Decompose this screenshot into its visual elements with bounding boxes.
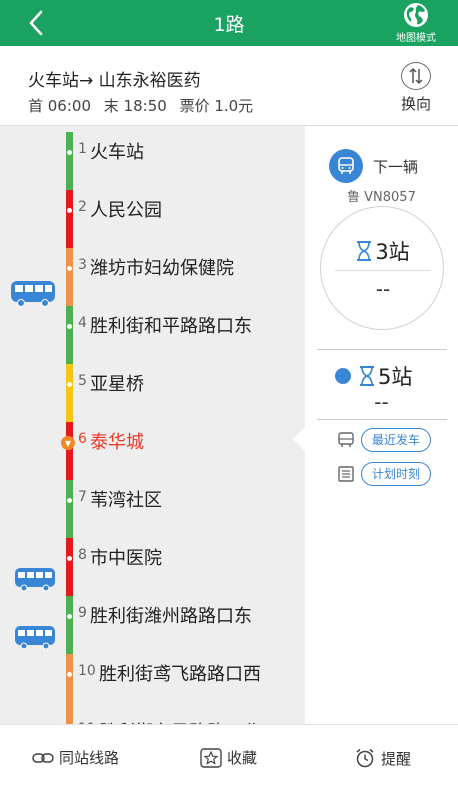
alarm-clock-icon [356,748,374,768]
header-bar: 1路 地图模式 [0,0,458,46]
stop-dot [67,266,72,271]
stop-name: 潍坊市妇幼保健院 [90,258,234,279]
schedule-button[interactable]: 计划时刻 [361,462,432,486]
divider [317,349,447,350]
first-bus-time: 首 06:00 [28,97,91,115]
star-icon [200,747,222,768]
stop-dot [67,208,72,213]
route-info: 火车站→ 山东永裕医药 首 06:00 末 18:50 票价 1.0元 换向 [0,46,458,126]
reverse-label: 换向 [400,95,431,113]
favorite-button[interactable]: 收藏 [200,747,257,768]
next-bus-header: 下一辆 [329,149,418,183]
stop-number: 3 [78,257,87,273]
stop-dot [67,614,72,619]
stop-number: 10 [78,663,96,679]
stop-number: 7 [78,489,87,505]
stop-number: 1 [78,141,87,157]
stop-item[interactable]: 1 火车站 [0,126,305,182]
eta-stops-remaining: 3站 [321,236,445,266]
stop-item[interactable]: 11胜利街东风路路口北 [0,704,305,724]
stop-item[interactable]: 5 亚星桥 [0,356,305,414]
divider [317,419,447,420]
route-schedule: 首 06:00 末 18:50 票价 1.0元 [28,95,261,116]
next-bus-label: 下一辆 [373,157,419,176]
schedule-row: 计划时刻 [337,462,432,486]
status-dot [335,368,351,384]
stop-name: 人民公园 [90,200,162,221]
stop-number: 8 [78,547,87,563]
bus-icon[interactable] [10,280,56,308]
stop-name: 苇湾社区 [90,490,162,511]
stop-number: 4 [78,315,87,331]
stop-item[interactable]: 2 人民公园 [0,182,305,240]
eta-circle: 3站 -- [320,206,444,330]
recent-departure-row: 最近发车 [337,428,432,452]
favorite-label: 收藏 [227,749,258,767]
second-bus-eta: 5站 [335,361,412,391]
bus-outline-icon [338,432,354,447]
stop-name: 泰华城 [90,432,144,453]
stop-number: 6 [78,431,87,447]
second-eta-time: -- [374,390,389,414]
stop-dot [67,324,72,329]
bus-plate: 鲁 VN8057 [347,190,416,205]
stop-item[interactable]: ▼ 6 泰华城 [0,414,305,472]
stop-number: 5 [78,373,87,389]
stop-dot [67,556,72,561]
stop-number: 9 [78,605,87,621]
stop-dot [67,498,72,503]
bus-icon[interactable] [14,567,56,593]
fare: 票价 1.0元 [179,97,254,115]
stop-dot [67,150,72,155]
stop-name: 火车站 [90,142,144,163]
same-stop-lines-button[interactable]: 同站线路 [32,747,119,768]
eta-stops-text: 3站 [375,240,410,264]
stop-item[interactable]: 7 苇湾社区 [0,472,305,530]
current-location-icon: ▼ [61,436,75,450]
hourglass-icon [360,366,374,386]
bottom-toolbar: 同站线路 收藏 提醒 [0,724,458,787]
route-direction: 火车站→ 山东永裕医药 [28,71,201,91]
last-bus-time: 末 18:50 [103,97,167,115]
recent-departure-button[interactable]: 最近发车 [361,428,432,452]
reminder-label: 提醒 [381,749,412,768]
swap-icon [401,62,431,90]
eta-time: -- [375,277,391,301]
eta-divider [335,270,431,271]
stop-list[interactable]: 1 火车站 2 人民公园 3 潍坊市妇幼保健院 4 胜利街和平路路口东 5 亚星桥 ▼ 6 泰华城 7 苇湾… [0,126,305,724]
map-mode-button[interactable]: 地图模式 [386,2,446,44]
bus-icon [329,149,363,183]
stop-name: 亚星桥 [90,374,144,395]
same-stop-lines-label: 同站线路 [59,749,120,767]
bus-icon[interactable] [14,625,56,651]
stop-number: 2 [78,199,87,215]
stop-name: 胜利街和平路路口东 [90,316,252,337]
list-icon [338,466,354,482]
stop-name: 胜利街鸢飞路路口西 [99,664,261,685]
map-mode-label: 地图模式 [396,33,436,44]
reverse-direction-button[interactable]: 换向 [396,62,436,114]
link-icon [32,752,54,763]
arrival-panel: 下一辆 鲁 VN8057 3站 -- 5站 -- 最近发车 计划时刻 [305,126,458,724]
hourglass-icon [357,241,372,261]
stop-dot [67,672,72,677]
stop-name: 胜利街潍州路路口东 [90,606,252,627]
globe-icon [404,3,428,27]
stop-item[interactable]: 10 胜利街鸢飞路路口西 [0,646,305,704]
reminder-button[interactable]: 提醒 [354,747,411,769]
stop-dot [67,382,72,387]
second-eta-stops: 5站 [378,365,413,389]
stop-name: 市中医院 [90,548,162,569]
